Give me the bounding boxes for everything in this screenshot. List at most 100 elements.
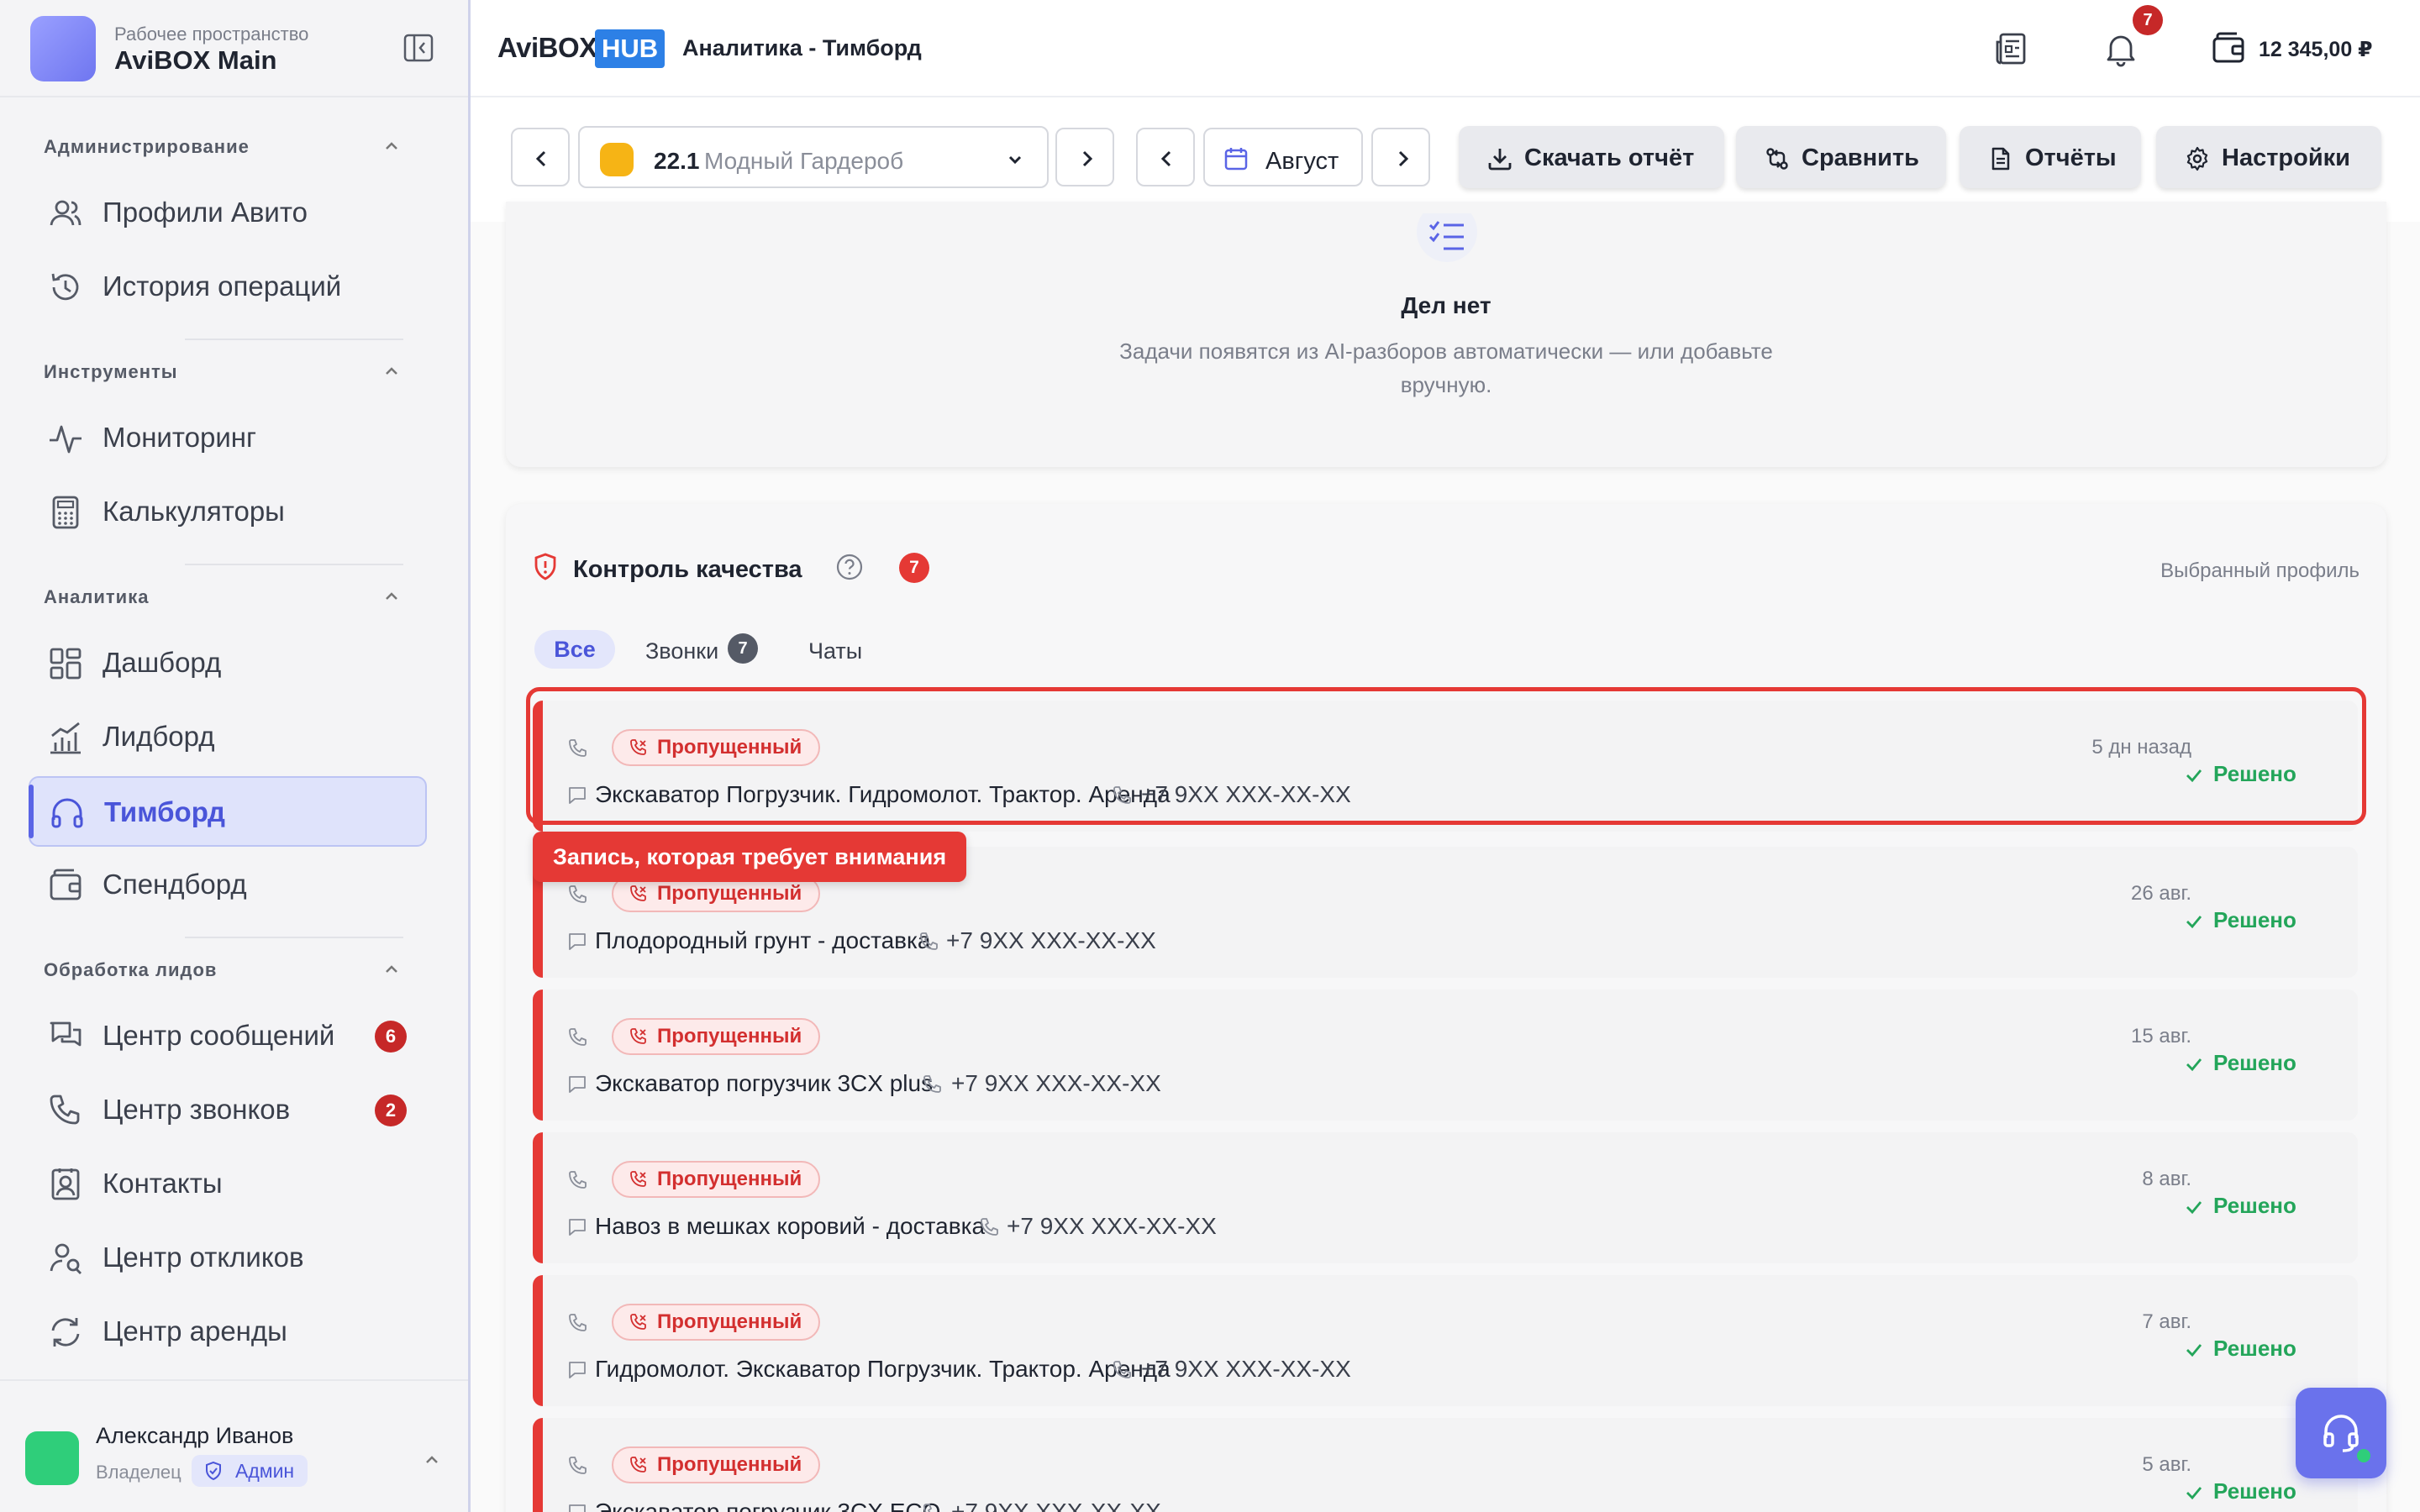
top-header: AviBOX HUB Аналитика - Тимборд 7 12 345,…	[471, 0, 2420, 97]
phone-number: +7 9XX XXX-XX-XX	[1141, 1356, 1351, 1382]
phone-icon	[50, 1095, 80, 1125]
table-row[interactable]: Пропущенный Экскаватор погрузчик 3CX plus…	[533, 990, 2358, 1121]
sidebar-item-call-center[interactable]: Центр звонков 2	[29, 1075, 427, 1146]
sidebar-item-contacts[interactable]: Контакты	[29, 1149, 427, 1220]
sidebar-item-label: Центр звонков	[103, 1094, 291, 1125]
user-role: Владелец	[96, 1462, 182, 1483]
workspace-switcher[interactable]: Рабочее пространство AviBOX Main	[0, 0, 468, 97]
support-chat-button[interactable]	[2296, 1388, 2386, 1478]
status-badge: Пропущенный	[612, 1446, 821, 1483]
role-badge: Админ	[192, 1455, 308, 1487]
sidebar-item-avito-profiles[interactable]: Профили Авито	[29, 178, 427, 249]
app-root: Рабочее пространство AviBOX Main Админис…	[0, 0, 2420, 1512]
prev-month-button[interactable]	[1136, 128, 1195, 186]
table-row[interactable]: Пропущенный Навоз в мешках коровий - дост…	[533, 1132, 2358, 1263]
workspace-subtitle: Рабочее пространство	[114, 24, 309, 45]
wallet-icon[interactable]	[2210, 30, 2247, 67]
sidebar-item-calculators[interactable]: Калькуляторы	[29, 477, 427, 548]
user-name: Александр Иванов	[96, 1423, 294, 1448]
sidebar-item-teamboard[interactable]: Тимборд	[29, 776, 427, 847]
tab-chats[interactable]: Чаты	[808, 638, 862, 664]
news-icon[interactable]	[1993, 30, 2030, 67]
download-report-button[interactable]: Скачать отчёт	[1459, 126, 1724, 188]
sidebar-item-leadboard[interactable]: Лидборд	[29, 702, 427, 773]
bell-icon[interactable]	[2102, 30, 2139, 67]
profile-select[interactable]: 22.1 Модный Гардероб	[578, 126, 1049, 188]
contacts-icon	[51, 1168, 80, 1200]
sidebar-item-message-center[interactable]: Центр сообщений 6	[29, 1001, 427, 1072]
section-divider	[185, 339, 403, 340]
tab-all[interactable]: Все	[534, 630, 615, 669]
phone-icon	[569, 1028, 587, 1046]
phone-icon	[569, 885, 587, 903]
sidebar-item-monitoring[interactable]: Мониторинг	[29, 403, 427, 474]
help-icon[interactable]	[835, 553, 864, 581]
compare-button[interactable]: Сравнить	[1736, 126, 1946, 188]
user-profile-menu[interactable]: Александр Иванов Владелец Админ	[0, 1379, 468, 1512]
dashboard-icon	[50, 648, 82, 680]
empty-title: Дел нет	[1401, 292, 1491, 318]
listing-title: Экскаватор погрузчик 3CX ECO	[595, 1499, 941, 1512]
online-status-dot	[2354, 1446, 2373, 1465]
sidebar-item-spendboard[interactable]: Спендборд	[29, 850, 427, 921]
phone-icon	[1113, 1361, 1131, 1378]
balance-amount[interactable]: 12 345,00 ₽	[2259, 37, 2373, 62]
row-date: 15 авг.	[2131, 1025, 2191, 1047]
message-icon	[569, 933, 586, 950]
status-badge: Пропущенный	[612, 1018, 821, 1055]
chevron-up-icon[interactable]	[380, 585, 403, 608]
resolution-status[interactable]: Решено	[2186, 1193, 2296, 1219]
phone-icon	[569, 1171, 587, 1189]
resolution-status[interactable]: Решено	[2186, 1478, 2296, 1504]
phone-number: +7 9XX XXX-XX-XX	[946, 927, 1156, 953]
chevron-up-icon[interactable]	[380, 360, 403, 383]
calls-count-badge: 7	[728, 633, 758, 664]
attention-highlight-frame	[526, 687, 2366, 825]
settings-button[interactable]: Настройки	[2156, 126, 2381, 188]
section-analytics-title: Аналитика	[44, 586, 150, 607]
chevron-left-icon	[535, 150, 546, 167]
sidebar-item-label: Центр сообщений	[103, 1020, 335, 1051]
avatar	[25, 1431, 79, 1485]
chevron-up-icon[interactable]	[380, 134, 403, 158]
sidebar-collapse-icon[interactable]	[403, 34, 434, 62]
status-badge: Пропущенный	[612, 1161, 821, 1198]
reports-button[interactable]: Отчёты	[1960, 126, 2141, 188]
prev-profile-button[interactable]	[511, 128, 570, 186]
headphones-icon	[51, 798, 83, 828]
shield-check-icon	[206, 1461, 221, 1481]
check-icon	[2186, 1344, 2202, 1357]
check-icon	[2186, 916, 2202, 929]
table-row[interactable]: Пропущенный Экскаватор погрузчик 3CX ECO +…	[533, 1418, 2358, 1512]
download-report-label: Скачать отчёт	[1524, 144, 1695, 171]
activity-icon	[50, 425, 82, 454]
sidebar-item-label: Центр откликов	[103, 1242, 304, 1273]
listing-title: Плодородный грунт - доставка	[595, 927, 931, 953]
resolution-status[interactable]: Решено	[2186, 1050, 2296, 1076]
sidebar-item-label: Калькуляторы	[103, 496, 285, 527]
section-admin-title: Администрирование	[44, 136, 250, 157]
user-search-icon	[50, 1243, 82, 1274]
sidebar-item-rent-center[interactable]: Центр аренды	[29, 1297, 427, 1368]
listing-title: Гидромолот. Экскаватор Погрузчик. Тракто…	[595, 1356, 1171, 1382]
sidebar-item-label: Лидборд	[103, 721, 215, 752]
shield-alert-icon	[534, 553, 556, 580]
tab-calls[interactable]: Звонки	[645, 638, 718, 664]
calculator-icon	[52, 496, 79, 529]
chevron-up-icon[interactable]	[420, 1448, 444, 1472]
row-date: 26 авг.	[2131, 882, 2191, 905]
resolution-status[interactable]: Решено	[2186, 1336, 2296, 1362]
next-profile-button[interactable]	[1055, 128, 1114, 186]
empty-description: Задачи появятся из AI-разборов автоматич…	[1119, 339, 1773, 397]
sidebar-item-responses-center[interactable]: Центр откликов	[29, 1223, 427, 1294]
table-row[interactable]: Пропущенный Гидромолот. Экскаватор Погруз…	[533, 1275, 2358, 1406]
sidebar-item-dashboard[interactable]: Дашборд	[29, 628, 427, 699]
sidebar-item-operations-history[interactable]: История операций	[29, 252, 427, 323]
scope-label[interactable]: Выбранный профиль	[2160, 559, 2360, 583]
listing-title: Навоз в мешках коровий - доставка	[595, 1213, 986, 1239]
month-select[interactable]: Август	[1203, 128, 1363, 186]
next-month-button[interactable]	[1371, 128, 1430, 186]
section-title: Контроль качества	[573, 556, 802, 583]
chevron-up-icon[interactable]	[380, 958, 403, 981]
resolution-status[interactable]: Решено	[2186, 907, 2296, 933]
